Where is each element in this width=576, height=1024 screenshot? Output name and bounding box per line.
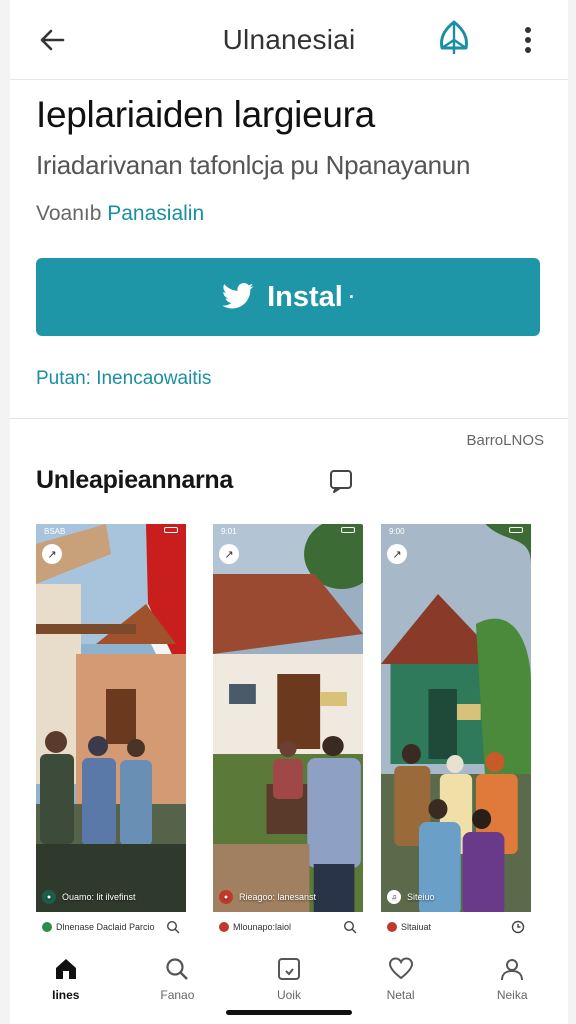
battery-icon [341,527,355,533]
caption-dot-icon: ● [219,890,233,904]
status-time: 9:00 [389,527,405,536]
caption-text: Ouamo: lit ilvefinst [62,892,136,902]
leaf-icon [42,922,52,932]
battery-icon [509,527,523,533]
install-button[interactable]: Instal · [36,258,540,336]
bird-icon [222,283,254,309]
screenshot-footer: Sltaiuat [381,912,531,942]
nav-label: Uoik [276,988,301,1002]
caption-dot-icon: ● [42,890,56,904]
section-title: Unleapieannarna [36,466,233,494]
nav-item-apps[interactable]: Uoik [233,946,345,1006]
screenshot-image [213,524,363,916]
caption-text: Rieagoo: lanesanst [239,892,317,902]
nav-item-favorites[interactable]: Netal [345,946,457,1006]
heart-icon [388,957,413,980]
pin-icon[interactable]: ↗ [42,544,62,564]
install-trail: · [348,286,355,307]
home-indicator [226,1010,352,1015]
footer-text: Mlounapo:laiol [233,922,292,932]
policy-link[interactable]: Putan: Inencaowaitis [36,368,211,390]
nav-label: Netal [386,988,415,1002]
app-name: Ieplariaiden largieura [36,94,375,135]
brand-logo-icon[interactable] [434,18,474,58]
screenshot-card-1[interactable]: BSAB ↗ ● Ouamo: lit ilvefinst Dlnenase D… [36,524,186,942]
screenshot-footer: Mlounapo:laiol [213,912,363,942]
page-title: Ulnanesiai [222,24,356,55]
pin-icon[interactable]: ↗ [219,544,239,564]
footer-text: Dlnenase Daclaid Parcio [56,922,155,932]
nav-item-profile[interactable]: Neika [456,946,568,1006]
home-icon [55,959,76,979]
top-bar: Ulnanesiai [10,0,568,80]
more-options-button[interactable] [516,22,540,58]
screenshot-image [36,524,186,916]
screenshot-footer: Dlnenase Daclaid Parcio [36,912,186,942]
developer-line: Voanıb Panasialin [36,202,204,226]
flag-icon [387,922,397,932]
screenshot-card-3[interactable]: 9:00 ↗ ♫ Siteiuo Sltaiuat [381,524,531,942]
search-icon[interactable] [166,920,180,934]
status-time: BSAB [44,527,66,536]
more-vertical-icon [525,27,531,53]
nav-label: Neika [496,988,528,1002]
apps-icon [277,958,300,980]
profile-icon [501,959,524,981]
screenshot-card-2[interactable]: 9:01 ↗ ● Rieagoo: lanesanst Mlounapo:lai… [213,524,363,942]
install-label: Instal [267,280,343,313]
search-icon [166,958,189,980]
screenshot-caption: ● Rieagoo: lanesanst [219,890,316,904]
caption-text: Siteiuo [407,892,435,902]
screenshot-caption: ♫ Siteiuo [387,890,435,904]
developer-link[interactable]: Panasialin [107,202,204,225]
nav-label: Fanao [160,988,195,1002]
section-divider [10,418,568,419]
battery-icon [164,527,178,533]
flag-icon [219,922,229,932]
nav-item-home[interactable]: Iines [10,946,122,1006]
sound-icon[interactable]: ♫ [387,890,401,904]
nav-item-search[interactable]: Fanao [122,946,234,1006]
developer-prefix: Voanıb [36,202,102,225]
screenshot-image [381,524,531,916]
nav-label: Iines [52,988,80,1002]
section-more-link[interactable]: BarroLNOS [466,432,544,449]
search-icon[interactable] [343,920,357,934]
clock-icon[interactable] [511,920,525,934]
pin-icon[interactable]: ↗ [387,544,407,564]
footer-text: Sltaiuat [401,922,432,932]
screenshot-caption: ● Ouamo: lit ilvefinst [42,890,136,904]
app-subtitle: Iriadarivanan tafonlcja pu Npanayanun [36,150,471,180]
status-time: 9:01 [221,527,237,536]
bottom-nav: Iines Fanao Uoik Netal Neika [10,946,568,1006]
message-icon[interactable] [328,468,354,494]
app-detail-page: Ulnanesiai Ieplariaiden largieura Iriada… [10,0,568,1024]
